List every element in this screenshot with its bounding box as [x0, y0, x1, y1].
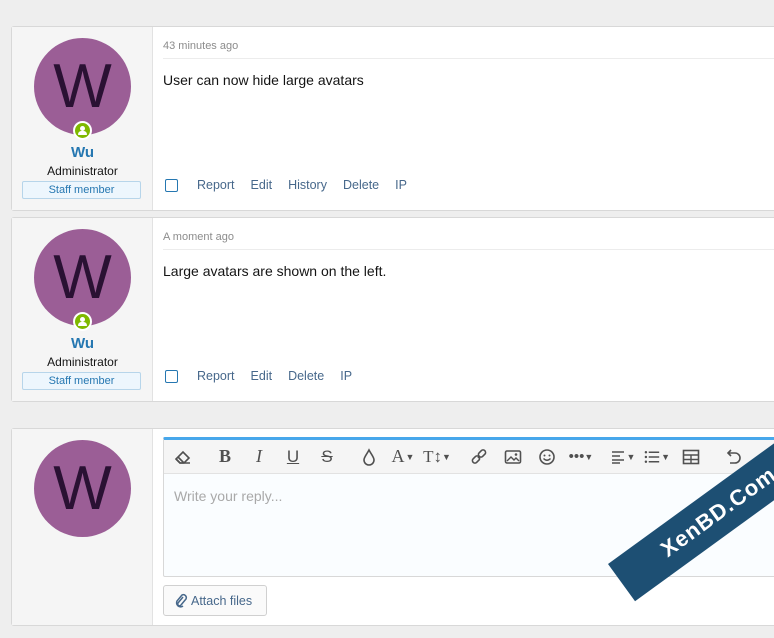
post-actions: Report Edit Delete IP — [165, 369, 368, 383]
username-link[interactable]: Wu — [12, 144, 153, 161]
attach-files-label: Attach files — [191, 593, 253, 608]
editor-toolbar: B I U S A ▼ T↕ ▼ ••• ▼ ▼ ▼ — [164, 440, 774, 474]
italic-icon[interactable]: I — [246, 445, 272, 469]
user-cell: W Wu Administrator Staff member — [12, 218, 153, 401]
edit-link[interactable]: Edit — [251, 178, 273, 192]
list-icon[interactable]: ▼ — [644, 445, 670, 469]
divider — [163, 58, 774, 59]
message-cell: A moment ago Large avatars are shown on … — [153, 218, 774, 401]
bold-icon[interactable]: B — [212, 445, 238, 469]
post-actions: Report Edit History Delete IP — [165, 178, 423, 192]
report-link[interactable]: Report — [197, 369, 235, 383]
message-cell: 43 minutes ago User can now hide large a… — [153, 27, 774, 210]
report-link[interactable]: Report — [197, 178, 235, 192]
align-icon[interactable]: ▼ — [610, 445, 636, 469]
select-checkbox[interactable] — [165, 369, 178, 383]
online-status-icon — [73, 121, 92, 140]
user-title: Administrator — [47, 355, 118, 369]
paperclip-icon — [175, 593, 188, 608]
delete-link[interactable]: Delete — [343, 178, 379, 192]
user-cell: W Wu Administrator Staff member — [12, 27, 153, 210]
post-body: Large avatars are shown on the left. — [163, 263, 387, 279]
underline-icon[interactable]: U — [280, 445, 306, 469]
staff-banner: Staff member — [22, 372, 141, 390]
avatar: W — [34, 440, 131, 537]
smiley-icon[interactable] — [534, 445, 560, 469]
delete-link[interactable]: Delete — [288, 369, 324, 383]
post-date[interactable]: A moment ago — [163, 231, 234, 243]
ip-link[interactable]: IP — [395, 178, 407, 192]
online-status-icon — [73, 312, 92, 331]
font-size-icon[interactable]: A ▼ — [390, 445, 416, 469]
strikethrough-icon[interactable]: S — [314, 445, 340, 469]
select-checkbox[interactable] — [165, 178, 178, 192]
post-date[interactable]: 43 minutes ago — [163, 40, 238, 52]
username-link[interactable]: Wu — [12, 335, 153, 352]
eraser-icon[interactable] — [170, 445, 196, 469]
ip-link[interactable]: IP — [340, 369, 352, 383]
table-icon[interactable] — [678, 445, 704, 469]
post-body: User can now hide large avatars — [163, 72, 364, 88]
message-post: W Wu Administrator Staff member A moment… — [11, 217, 774, 402]
more-icon[interactable]: ••• ▼ — [568, 445, 594, 469]
reply-input[interactable]: Write your reply... — [174, 488, 282, 504]
image-icon[interactable] — [500, 445, 526, 469]
user-title: Administrator — [47, 164, 118, 178]
text-height-icon[interactable]: T↕ ▼ — [423, 445, 451, 469]
message-post: W Wu Administrator Staff member 43 minut… — [11, 26, 774, 211]
staff-banner: Staff member — [22, 181, 141, 199]
edit-link[interactable]: Edit — [251, 369, 273, 383]
user-cell: W — [12, 429, 153, 625]
color-icon[interactable] — [356, 445, 382, 469]
divider — [163, 249, 774, 250]
link-icon[interactable] — [466, 445, 492, 469]
attach-files-button[interactable]: Attach files — [163, 585, 267, 616]
history-link[interactable]: History — [288, 178, 327, 192]
